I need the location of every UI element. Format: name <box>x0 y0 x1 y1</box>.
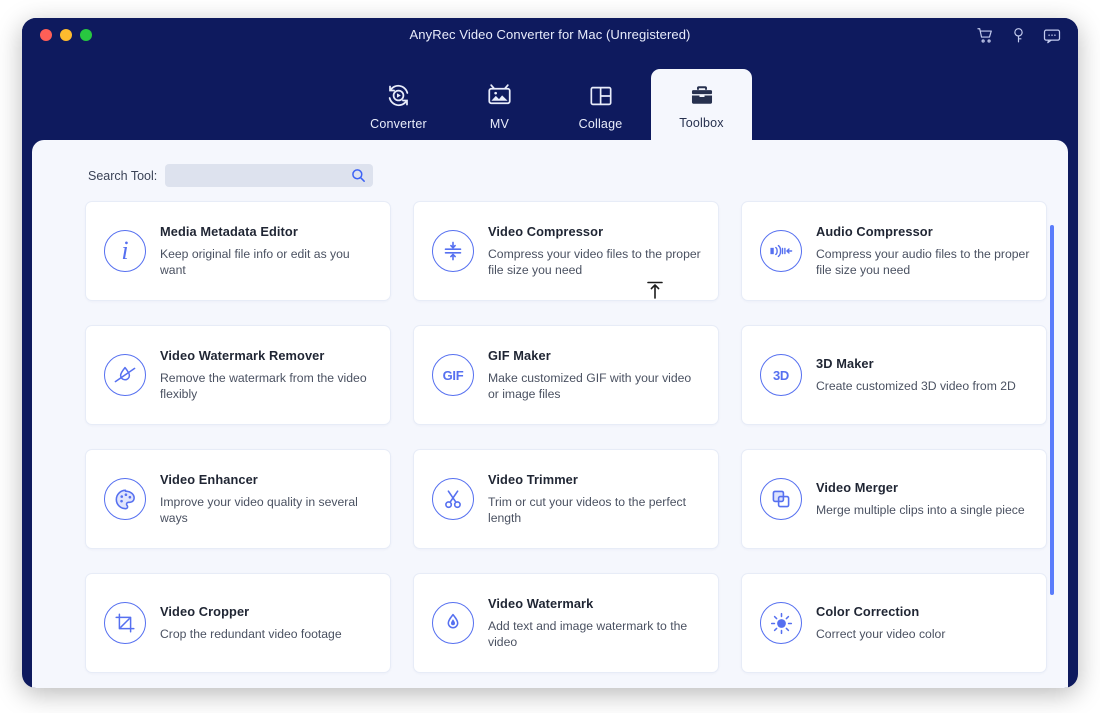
card-text: Video Compressor Compress your video fil… <box>488 224 704 279</box>
search-input[interactable] <box>165 164 374 187</box>
tools-grid: i Media Metadata Editor Keep original fi… <box>85 201 1053 673</box>
card-title: Video Merger <box>816 479 899 495</box>
card-title: Video Watermark <box>488 595 594 611</box>
toolbox-panel: Search Tool: i Media Metadata Editor Kee… <box>32 140 1068 688</box>
mv-icon <box>486 82 513 110</box>
feedback-icon[interactable] <box>1041 25 1062 46</box>
gif-icon: GIF <box>432 354 474 396</box>
tool-card-video-cropper[interactable]: Video Cropper Crop the redundant video f… <box>85 573 391 673</box>
tab-converter[interactable]: Converter <box>348 71 449 141</box>
card-title: Media Metadata Editor <box>160 223 298 239</box>
card-text: Video Watermark Remover Remove the water… <box>160 348 376 403</box>
search-label: Search Tool: <box>88 168 158 183</box>
tool-card-video-merger[interactable]: Video Merger Merge multiple clips into a… <box>741 449 1047 549</box>
cart-icon[interactable] <box>975 25 996 46</box>
card-text: Media Metadata Editor Keep original file… <box>160 224 376 279</box>
card-title: Video Enhancer <box>160 471 258 487</box>
collage-icon <box>588 82 614 110</box>
card-title: Color Correction <box>816 603 920 619</box>
card-title: 3D Maker <box>816 355 874 371</box>
card-title: Video Trimmer <box>488 471 578 487</box>
card-desc: Add text and image watermark to the vide… <box>488 618 688 649</box>
card-text: Color Correction Correct your video colo… <box>816 604 1032 642</box>
tab-mv[interactable]: MV <box>449 71 550 141</box>
card-text: Video Watermark Add text and image water… <box>488 596 704 651</box>
vertical-scrollbar-track[interactable] <box>1050 225 1054 688</box>
vertical-scrollbar-thumb[interactable] <box>1050 225 1054 595</box>
card-title: Video Cropper <box>160 603 250 619</box>
search-icon[interactable] <box>351 168 366 183</box>
scissors-icon <box>432 478 474 520</box>
card-desc: Crop the redundant video footage <box>160 626 342 641</box>
card-title: GIF Maker <box>488 347 551 363</box>
card-desc: Merge multiple clips into a single piece <box>816 502 1025 517</box>
card-text: GIF Maker Make customized GIF with your … <box>488 348 704 403</box>
titlebar-actions <box>975 25 1062 46</box>
card-desc: Remove the watermark from the video flex… <box>160 370 367 401</box>
3d-icon: 3D <box>760 354 802 396</box>
toolbox-icon <box>689 81 715 109</box>
tool-card-audio-compressor[interactable]: Audio Compressor Compress your audio fil… <box>741 201 1047 301</box>
app-window: AnyRec Video Converter for Mac (Unregist… <box>22 18 1078 688</box>
key-icon[interactable] <box>1008 25 1029 46</box>
merge-icon <box>760 478 802 520</box>
watermark-remove-icon <box>104 354 146 396</box>
card-text: 3D Maker Create customized 3D video from… <box>816 356 1032 394</box>
palette-icon <box>104 478 146 520</box>
card-text: Video Cropper Crop the redundant video f… <box>160 604 376 642</box>
card-desc: Trim or cut your videos to the perfect l… <box>488 494 687 525</box>
tool-card-3d-maker[interactable]: 3D 3D Maker Create customized 3D video f… <box>741 325 1047 425</box>
tools-grid-wrap: i Media Metadata Editor Keep original fi… <box>32 201 1068 688</box>
droplet-icon <box>432 602 474 644</box>
audio-compress-icon <box>760 230 802 272</box>
tab-toolbox-label: Toolbox <box>679 115 724 130</box>
brightness-icon <box>760 602 802 644</box>
card-desc: Compress your audio files to the proper … <box>816 246 1030 277</box>
card-text: Video Merger Merge multiple clips into a… <box>816 480 1032 518</box>
card-desc: Correct your video color <box>816 626 946 641</box>
3d-icon-label: 3D <box>772 367 790 383</box>
card-desc: Compress your video files to the proper … <box>488 246 701 277</box>
card-text: Video Enhancer Improve your video qualit… <box>160 472 376 527</box>
search-row: Search Tool: <box>32 140 1068 187</box>
tab-collage-label: Collage <box>578 116 623 131</box>
card-desc: Make customized GIF with your video or i… <box>488 370 692 401</box>
card-text: Audio Compressor Compress your audio fil… <box>816 224 1032 279</box>
titlebar: AnyRec Video Converter for Mac (Unregist… <box>22 18 1078 54</box>
tool-card-video-trimmer[interactable]: Video Trimmer Trim or cut your videos to… <box>413 449 719 549</box>
search-tool-box[interactable] <box>165 164 374 187</box>
window-title: AnyRec Video Converter for Mac (Unregist… <box>409 27 691 42</box>
tool-card-media-metadata-editor[interactable]: i Media Metadata Editor Keep original fi… <box>85 201 391 301</box>
main-tabbar: Converter MV Collage Toolbox <box>22 54 1078 141</box>
tab-toolbox[interactable]: Toolbox <box>651 69 752 141</box>
card-title: Video Compressor <box>488 223 604 239</box>
tab-mv-label: MV <box>489 116 510 131</box>
tool-card-color-correction[interactable]: Color Correction Correct your video colo… <box>741 573 1047 673</box>
crop-icon <box>104 602 146 644</box>
card-text: Video Trimmer Trim or cut your videos to… <box>488 472 704 527</box>
tab-collage[interactable]: Collage <box>550 71 651 141</box>
tool-card-video-compressor[interactable]: Video Compressor Compress your video fil… <box>413 201 719 301</box>
converter-icon <box>385 82 412 110</box>
card-desc: Create customized 3D video from 2D <box>816 378 1016 393</box>
gif-icon-label: GIF <box>442 367 464 383</box>
tool-card-video-watermark[interactable]: Video Watermark Add text and image water… <box>413 573 719 673</box>
info-icon: i <box>104 230 146 272</box>
tool-card-video-watermark-remover[interactable]: Video Watermark Remover Remove the water… <box>85 325 391 425</box>
card-title: Video Watermark Remover <box>160 347 325 363</box>
card-desc: Improve your video quality in several wa… <box>160 494 358 525</box>
card-title: Audio Compressor <box>816 223 933 239</box>
tool-card-video-enhancer[interactable]: Video Enhancer Improve your video qualit… <box>85 449 391 549</box>
tab-converter-label: Converter <box>370 116 427 131</box>
compress-icon <box>432 230 474 272</box>
card-desc: Keep original file info or edit as you w… <box>160 246 350 277</box>
tool-card-gif-maker[interactable]: GIF GIF Maker Make customized GIF with y… <box>413 325 719 425</box>
